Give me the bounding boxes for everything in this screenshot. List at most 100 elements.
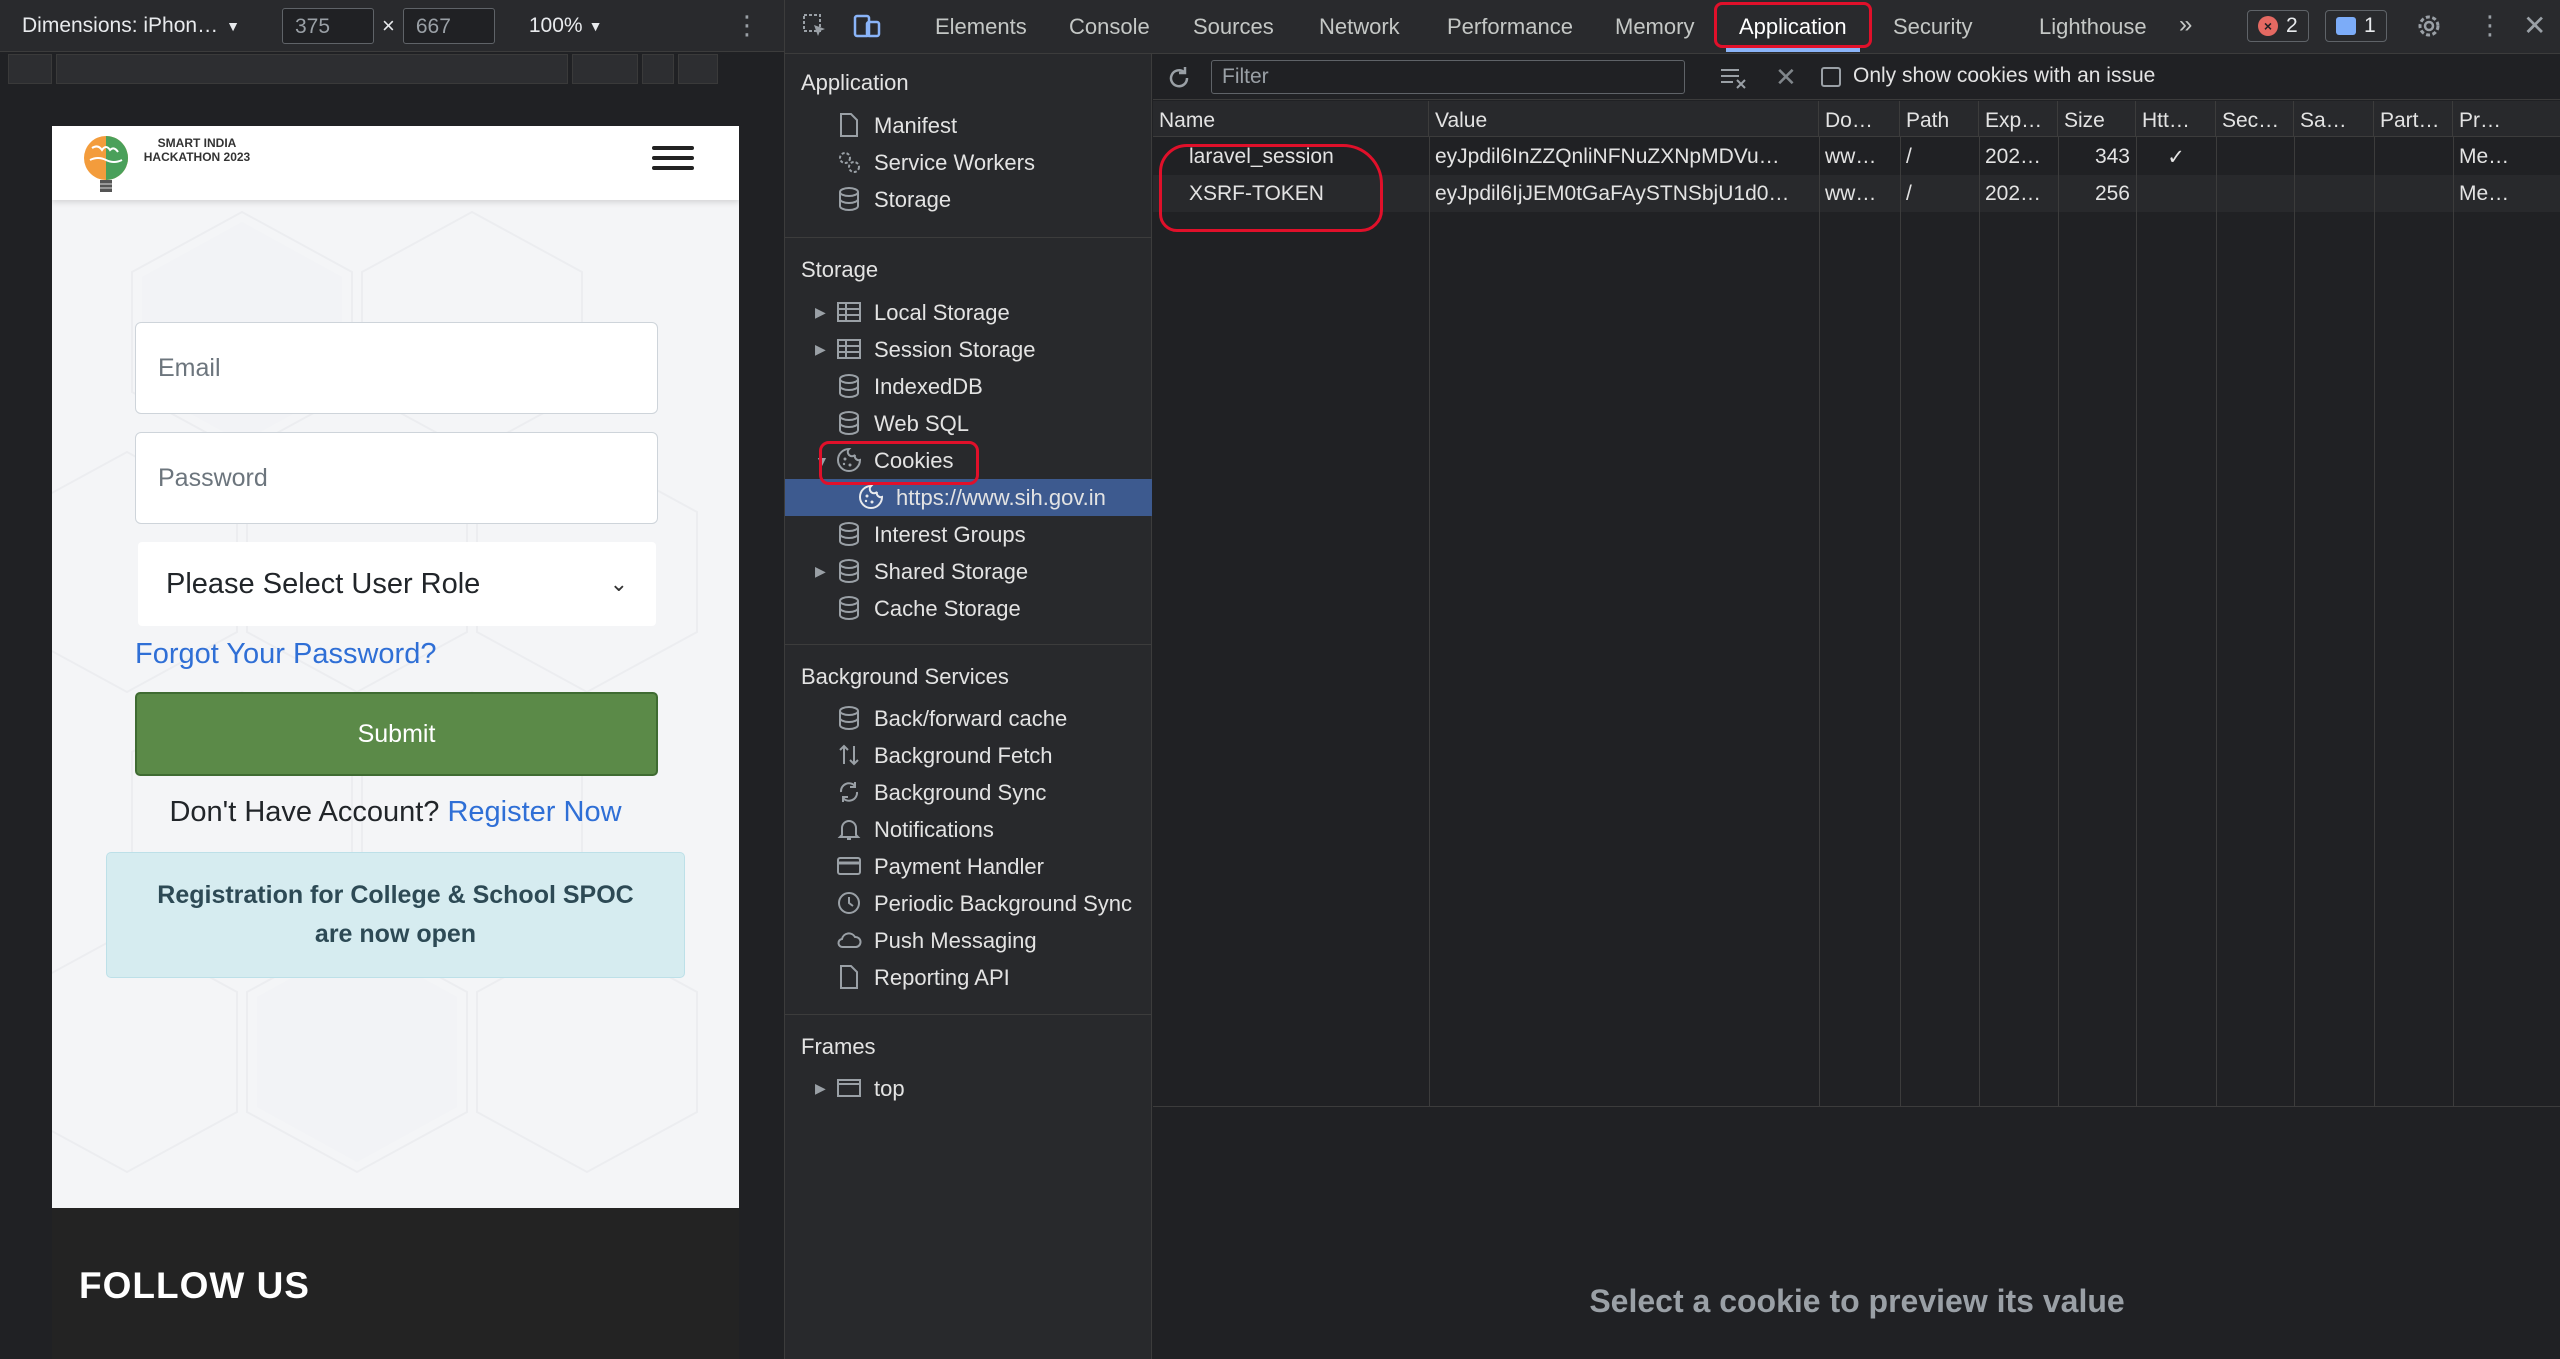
password-input[interactable]: Password xyxy=(135,432,658,524)
media-query-segment[interactable] xyxy=(572,54,638,84)
sidebar-item-periodic-background-sync[interactable]: Periodic Background Sync xyxy=(785,885,1152,922)
expand-arrow-icon[interactable]: ▶ xyxy=(815,1080,826,1097)
column-header-priority[interactable]: Pr… xyxy=(2453,101,2560,137)
cookie-filter-input[interactable]: Filter xyxy=(1211,60,1685,94)
sidebar-item-notifications[interactable]: Notifications xyxy=(785,811,1152,848)
application-section-title: Application xyxy=(801,70,909,95)
device-height-input[interactable]: 667 xyxy=(402,7,495,44)
sidebar-item-service-workers[interactable]: Service Workers xyxy=(785,144,1152,181)
inspect-element-icon[interactable] xyxy=(801,12,829,40)
submit-button[interactable]: Submit xyxy=(135,692,658,776)
sidebar-item-local-storage[interactable]: ▶ Local Storage xyxy=(785,294,1152,331)
user-role-select[interactable]: Please Select User Role ⌄ xyxy=(138,542,656,626)
sidebar-item-session-storage[interactable]: ▶ Session Storage xyxy=(785,331,1152,368)
forgot-password-link[interactable]: Forgot Your Password? xyxy=(135,638,436,671)
sidebar-item-label: Manifest xyxy=(874,112,958,138)
settings-gear-icon[interactable] xyxy=(2415,12,2443,40)
tab-memory[interactable]: Memory xyxy=(1615,14,1694,40)
device-dimensions-dropdown[interactable]: Dimensions: iPhon… ▼ xyxy=(22,14,282,38)
cookie-httponly: ✓ xyxy=(2167,146,2185,169)
column-header-expires[interactable]: Exp… xyxy=(1979,101,2058,137)
error-count-badge[interactable]: × 2 xyxy=(2247,10,2309,42)
expand-arrow-icon[interactable]: ▶ xyxy=(815,341,826,358)
device-width-input[interactable]: 375 xyxy=(282,7,374,44)
database-icon xyxy=(839,187,859,211)
tab-console[interactable]: Console xyxy=(1069,14,1150,40)
sidebar-item-label: IndexedDB xyxy=(874,373,983,399)
database-icon xyxy=(839,522,859,546)
sidebar-item-background-fetch[interactable]: Background Fetch xyxy=(785,737,1152,774)
up-down-arrows-icon xyxy=(839,744,859,766)
column-header-name[interactable]: Name xyxy=(1153,101,1429,137)
divider xyxy=(785,644,1152,645)
sidebar-item-manifest[interactable]: Manifest xyxy=(785,107,1152,144)
only-issue-checkbox[interactable] xyxy=(1821,67,1841,87)
cookie-secure xyxy=(2216,138,2294,175)
devtools-more-options-icon[interactable]: ⋮ xyxy=(2477,10,2503,41)
device-more-options-icon[interactable]: ⋮ xyxy=(734,10,760,41)
column-header-httponly[interactable]: Htt… xyxy=(2136,101,2216,137)
sidebar-item-web-sql[interactable]: Web SQL xyxy=(785,405,1152,442)
tab-lighthouse[interactable]: Lighthouse xyxy=(2039,14,2147,40)
application-sidebar: Application Manifest Service Workers Sto… xyxy=(785,54,1152,1359)
expand-arrow-icon[interactable]: ▶ xyxy=(815,304,826,321)
tab-security[interactable]: Security xyxy=(1893,14,1972,40)
delete-selected-icon[interactable]: ✕ xyxy=(1775,62,1797,93)
sidebar-item-storage-overview[interactable]: Storage xyxy=(785,181,1152,218)
tab-performance[interactable]: Performance xyxy=(1447,14,1573,40)
device-toolbar-toggle-icon[interactable] xyxy=(853,12,881,40)
error-count: 2 xyxy=(2286,14,2298,37)
sidebar-item-label: https://www.sih.gov.in xyxy=(896,484,1106,510)
more-tabs-icon[interactable]: » xyxy=(2179,11,2192,39)
cookie-size: 343 xyxy=(2094,145,2130,168)
column-header-path[interactable]: Path xyxy=(1900,101,1979,137)
column-header-partition-key[interactable]: Part… xyxy=(2374,101,2453,137)
expand-arrow-icon[interactable]: ▶ xyxy=(815,563,826,580)
column-header-secure[interactable]: Sec… xyxy=(2216,101,2294,137)
sidebar-item-cache-storage[interactable]: Cache Storage xyxy=(785,590,1152,627)
sidebar-item-label: Session Storage xyxy=(874,336,1036,362)
sidebar-item-push-messaging[interactable]: Push Messaging xyxy=(785,922,1152,959)
column-header-samesite[interactable]: Sa… xyxy=(2294,101,2374,137)
clear-all-cookies-icon[interactable] xyxy=(1719,64,1749,92)
error-icon: × xyxy=(2258,16,2278,36)
register-now-link[interactable]: Register Now xyxy=(447,796,621,828)
sidebar-item-payment-handler[interactable]: Payment Handler xyxy=(785,848,1152,885)
media-query-segment[interactable] xyxy=(56,54,568,84)
tab-elements[interactable]: Elements xyxy=(935,14,1027,40)
table-icon xyxy=(837,302,861,322)
device-dimensions-label: Dimensions: iPhon… xyxy=(22,13,219,37)
media-query-segment[interactable] xyxy=(678,54,718,84)
sidebar-item-frame-top[interactable]: ▶ top xyxy=(785,1070,1152,1107)
sidebar-item-label: Service Workers xyxy=(874,149,1035,175)
column-divider xyxy=(2058,137,2059,1107)
sidebar-item-label: Reporting API xyxy=(874,964,1010,990)
registration-notice: Registration for College & School SPOC a… xyxy=(106,852,685,978)
tab-sources[interactable]: Sources xyxy=(1193,14,1274,40)
close-devtools-icon[interactable]: ✕ xyxy=(2523,9,2546,42)
media-query-segment[interactable] xyxy=(8,54,52,84)
sidebar-item-interest-groups[interactable]: Interest Groups xyxy=(785,516,1152,553)
media-query-segment[interactable] xyxy=(642,54,674,84)
cookie-partition-key xyxy=(2374,175,2453,212)
tab-network[interactable]: Network xyxy=(1319,14,1400,40)
email-input[interactable]: Email xyxy=(135,322,658,414)
hamburger-menu-icon[interactable] xyxy=(652,140,698,176)
cookie-path: / xyxy=(1906,145,1912,168)
column-header-domain[interactable]: Do… xyxy=(1819,101,1900,137)
cookie-priority: Me… xyxy=(2459,182,2510,205)
sidebar-item-reporting-api[interactable]: Reporting API xyxy=(785,959,1152,996)
sidebar-item-back-forward-cache[interactable]: Back/forward cache xyxy=(785,700,1152,737)
refresh-icon[interactable] xyxy=(1165,64,1193,92)
sidebar-item-shared-storage[interactable]: ▶ Shared Storage xyxy=(785,553,1152,590)
sidebar-item-background-sync[interactable]: Background Sync xyxy=(785,774,1152,811)
sidebar-item-label: Storage xyxy=(874,186,952,212)
cookies-annotation xyxy=(819,441,979,485)
column-divider xyxy=(1429,137,1430,1107)
column-header-value[interactable]: Value xyxy=(1429,101,1819,137)
message-count-badge[interactable]: 1 xyxy=(2325,10,2387,42)
sidebar-item-indexeddb[interactable]: IndexedDB xyxy=(785,368,1152,405)
zoom-dropdown[interactable]: 100% ▼ xyxy=(529,14,603,38)
credit-card-icon xyxy=(837,857,861,875)
column-header-size[interactable]: Size xyxy=(2058,101,2136,137)
